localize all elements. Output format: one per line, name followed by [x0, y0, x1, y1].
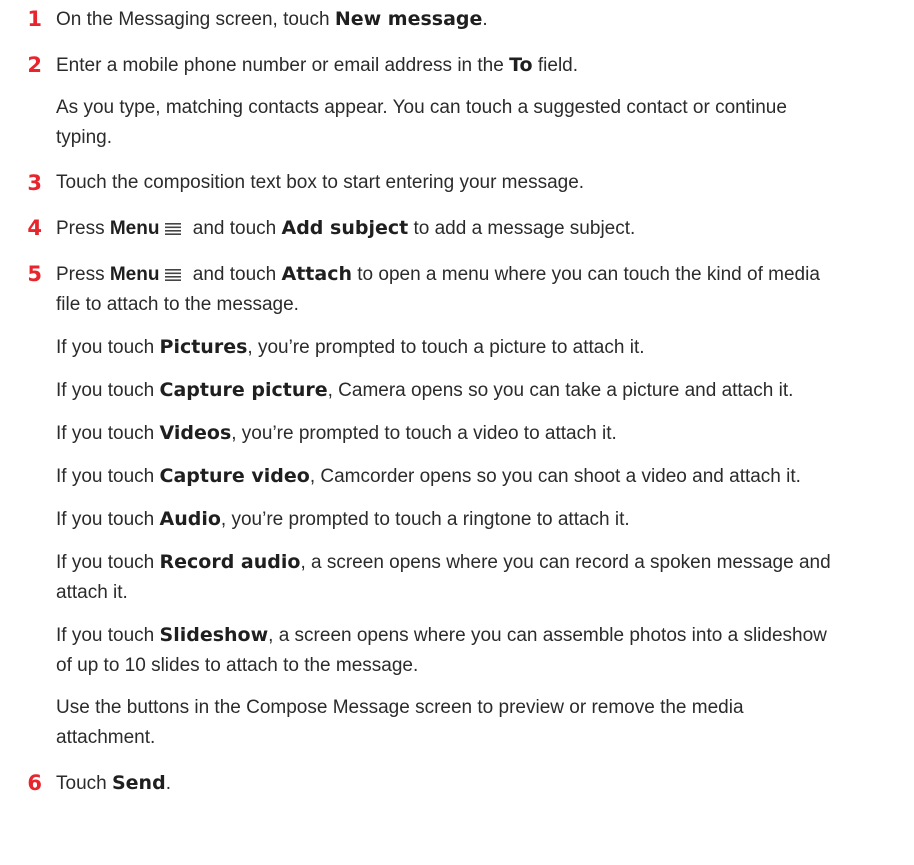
text-run: If you touch: [56, 625, 160, 646]
step-text: Press Menu and touch Add subject to add …: [56, 213, 836, 244]
bold-term-audio: Audio: [159, 508, 221, 530]
option-record-audio: If you touch Record audio, a screen open…: [56, 547, 836, 608]
bold-term-send: Send: [111, 772, 166, 794]
text-run: .: [482, 9, 488, 30]
text-run: Touch: [56, 773, 112, 794]
option-capture-video: If you touch Capture video, Camcorder op…: [56, 461, 836, 492]
bold-term-new-message: New message: [334, 8, 483, 30]
step-text: Enter a mobile phone number or email add…: [56, 50, 836, 81]
step-text: On the Messaging screen, touch New messa…: [56, 4, 836, 35]
text-run: If you touch: [56, 380, 160, 401]
step-content: Touch the composition text box to start …: [56, 168, 836, 198]
option-slideshow: If you touch Slideshow, a screen opens w…: [56, 620, 836, 681]
text-run: , Camcorder opens so you can shoot a vid…: [309, 466, 801, 487]
bold-term-menu: Menu: [109, 264, 160, 285]
text-run: If you touch: [56, 337, 160, 358]
text-run: Press: [56, 218, 110, 239]
text-run: If you touch: [56, 466, 160, 487]
menu-icon: [165, 269, 182, 281]
menu-icon: [165, 223, 182, 235]
step-text: Touch Send.: [56, 768, 836, 799]
bold-term-menu: Menu: [109, 218, 160, 239]
text-run: field.: [532, 55, 579, 76]
step-1: 1 On the Messaging screen, touch New mes…: [0, 4, 914, 35]
text-run: and touch: [187, 264, 282, 285]
text-run: If you touch: [56, 509, 160, 530]
step-closing-note: Use the buttons in the Compose Message s…: [56, 697, 744, 748]
step-content: On the Messaging screen, touch New messa…: [56, 4, 836, 35]
step-note: As you type, matching contacts appear. Y…: [56, 97, 787, 148]
bold-term-capture-picture: Capture picture: [159, 379, 328, 401]
step-5: 5 Press Menu and touch Attach to open a …: [0, 259, 914, 753]
step-2: 2 Enter a mobile phone number or email a…: [0, 50, 914, 153]
step-6: 6 Touch Send.: [0, 768, 914, 799]
bold-term-to: To: [509, 54, 533, 76]
bold-term-record-audio: Record audio: [159, 551, 301, 573]
instructions-document: 1 On the Messaging screen, touch New mes…: [0, 0, 914, 865]
text-run: On the Messaging screen, touch: [56, 9, 335, 30]
step-number: 3: [27, 171, 42, 195]
text-run: to add a message subject.: [408, 218, 636, 239]
text-run: , you’re prompted to touch a picture to …: [247, 337, 645, 358]
option-audio: If you touch Audio, you’re prompted to t…: [56, 504, 836, 535]
bold-term-videos: Videos: [159, 422, 232, 444]
text-run: , you’re prompted to touch a video to at…: [231, 423, 617, 444]
option-pictures: If you touch Pictures, you’re prompted t…: [56, 332, 836, 363]
step-text: Press Menu and touch Attach to open a me…: [56, 259, 836, 320]
bold-term-slideshow: Slideshow: [159, 624, 269, 646]
bold-term-add-subject: Add subject: [281, 217, 409, 239]
text-run: Enter a mobile phone number or email add…: [56, 55, 510, 76]
text-run: If you touch: [56, 552, 160, 573]
step-number: 4: [27, 216, 42, 240]
step-number: 6: [27, 771, 42, 795]
bold-term-capture-video: Capture video: [159, 465, 310, 487]
step-3: 3 Touch the composition text box to star…: [0, 168, 914, 198]
text-run: and touch: [187, 218, 282, 239]
step-number: 1: [27, 7, 42, 31]
step-content: Touch Send.: [56, 768, 836, 799]
text-run: If you touch: [56, 423, 160, 444]
step-4: 4 Press Menu and touch Add subject to ad…: [0, 213, 914, 244]
text-run: Press: [56, 264, 110, 285]
option-capture-picture: If you touch Capture picture, Camera ope…: [56, 375, 836, 406]
step-number: 2: [27, 53, 42, 77]
text-run: , you’re prompted to touch a ringtone to…: [220, 509, 630, 530]
step-content: Press Menu and touch Attach to open a me…: [56, 259, 836, 753]
step-content: Enter a mobile phone number or email add…: [56, 50, 836, 153]
text-run: .: [165, 773, 171, 794]
step-text: Touch the composition text box to start …: [56, 172, 585, 193]
text-run: , Camera opens so you can take a picture…: [327, 380, 794, 401]
option-videos: If you touch Videos, you’re prompted to …: [56, 418, 836, 449]
bold-term-pictures: Pictures: [159, 336, 248, 358]
bold-term-attach: Attach: [281, 263, 352, 285]
step-content: Press Menu and touch Add subject to add …: [56, 213, 836, 244]
step-number: 5: [27, 262, 42, 286]
